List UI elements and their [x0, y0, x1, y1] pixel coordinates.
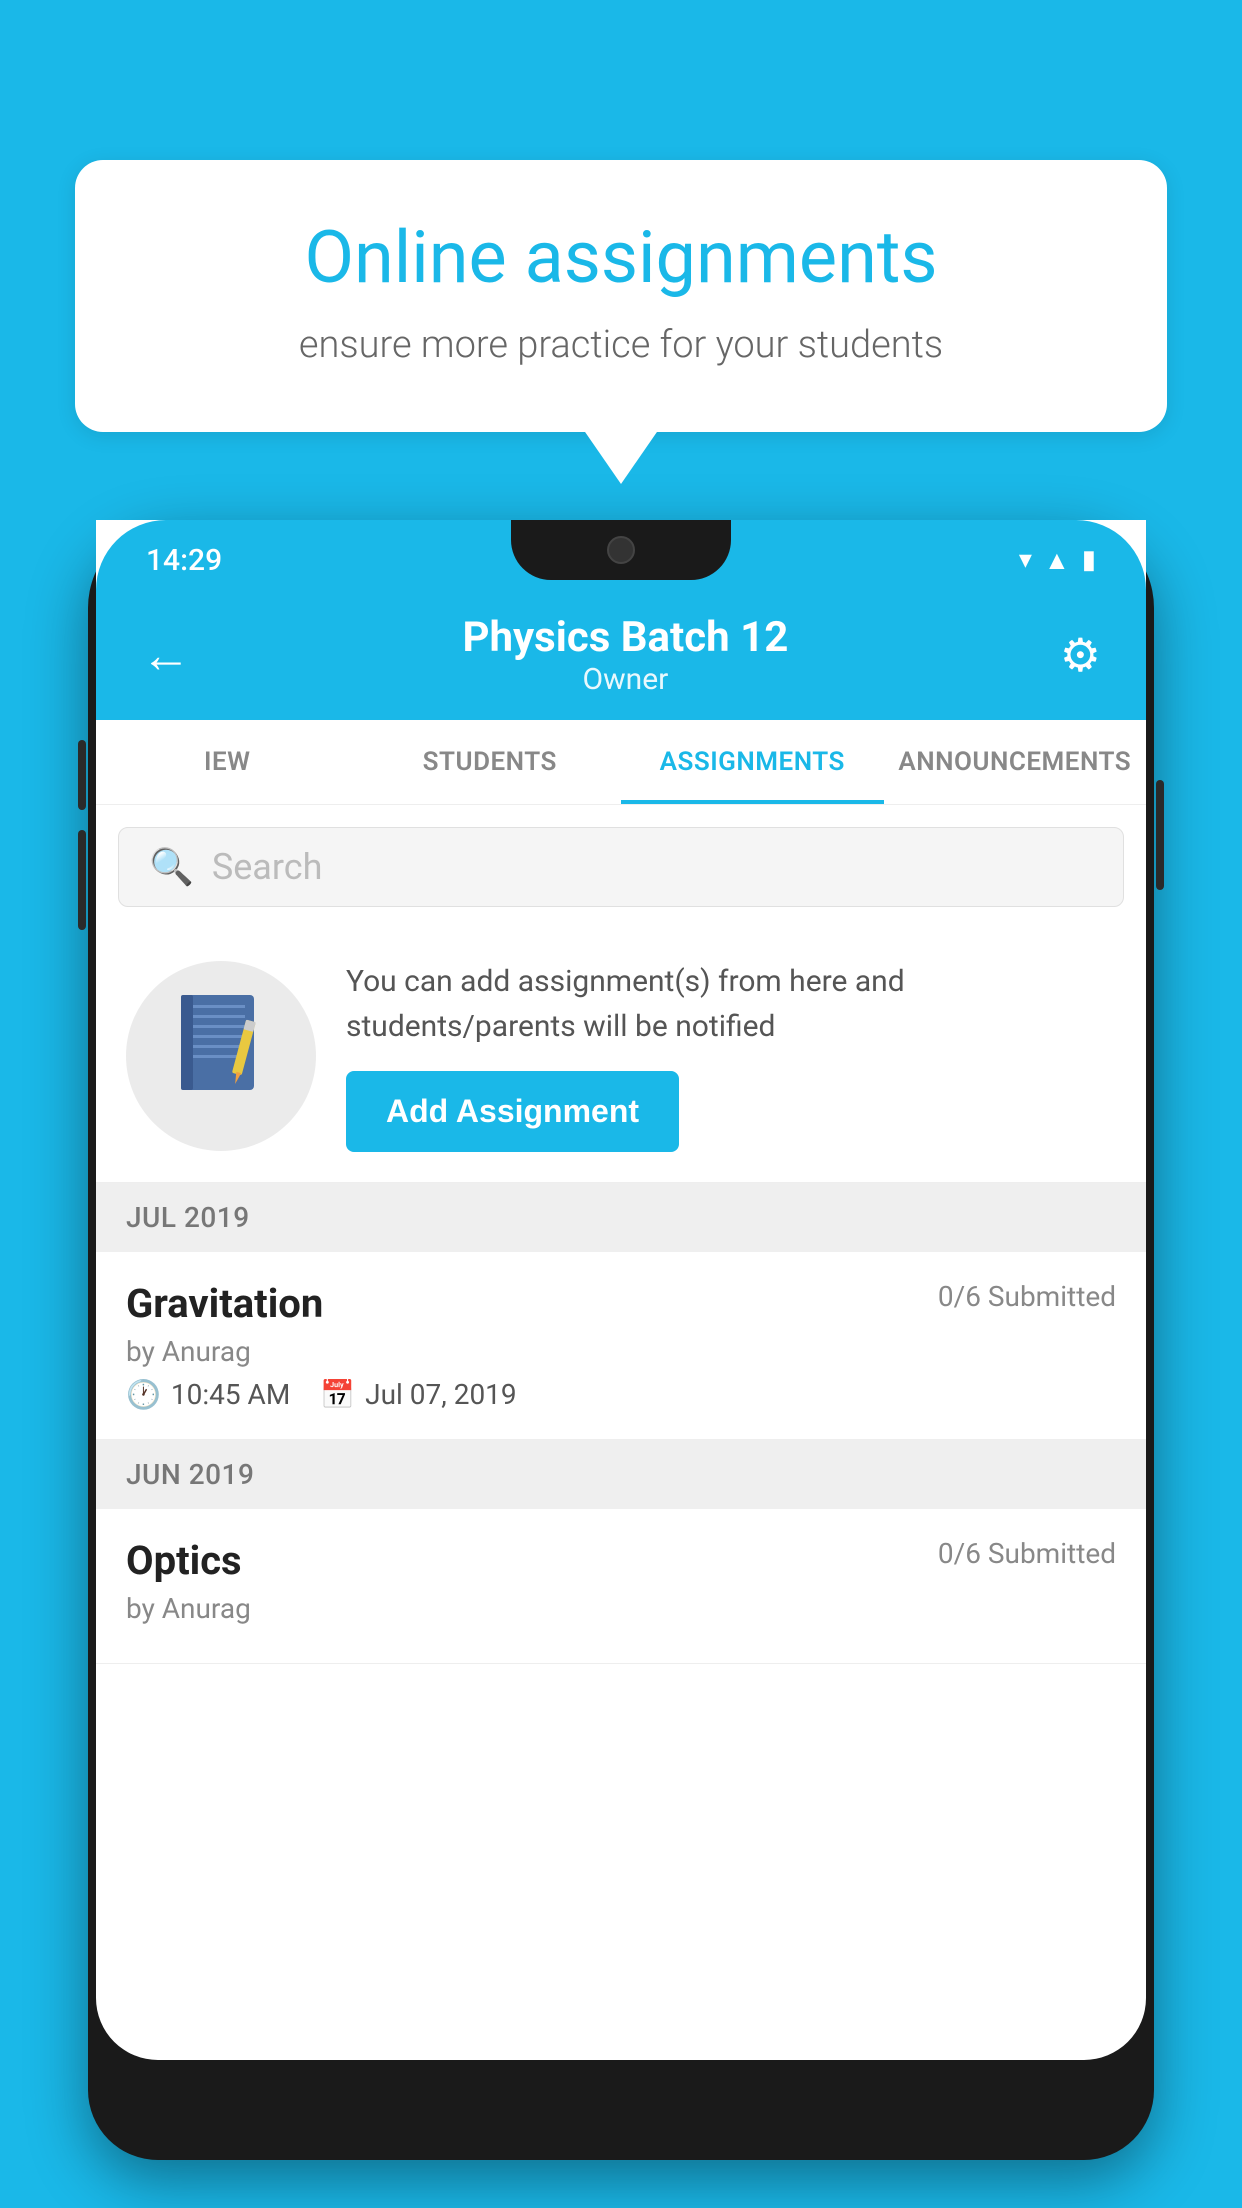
assignment-name-optics: Optics — [126, 1537, 242, 1584]
tab-announcements[interactable]: ANNOUNCEMENTS — [884, 720, 1147, 804]
clock-icon: 🕐 — [126, 1378, 161, 1411]
add-assignment-button[interactable]: Add Assignment — [346, 1071, 679, 1152]
assignment-submitted-optics: 0/6 Submitted — [938, 1537, 1116, 1570]
assignment-submitted: 0/6 Submitted — [938, 1280, 1116, 1313]
bubble-subtitle: ensure more practice for your students — [135, 323, 1107, 367]
signal-icon: ▲ — [1044, 545, 1070, 576]
app-screen: 14:29 ▾ ▲ ▮ ← Physics Batch 12 Owner ⚙ — [96, 520, 1146, 2060]
header-subtitle: Owner — [462, 662, 788, 697]
calendar-icon: 📅 — [320, 1378, 355, 1411]
phone-notch — [511, 520, 731, 580]
tab-assignments[interactable]: ASSIGNMENTS — [621, 720, 884, 804]
back-button[interactable]: ← — [131, 616, 201, 695]
tab-students[interactable]: STUDENTS — [359, 720, 622, 804]
power-button — [1156, 780, 1164, 890]
volume-down-button — [78, 830, 86, 930]
search-bar[interactable]: 🔍 Search — [118, 827, 1124, 907]
header-title-area: Physics Batch 12 Owner — [462, 613, 788, 697]
bubble-title: Online assignments — [135, 215, 1107, 301]
speech-bubble: Online assignments ensure more practice … — [75, 160, 1167, 432]
month-header-jun: JUN 2019 — [96, 1440, 1146, 1509]
search-container: 🔍 Search — [96, 805, 1146, 929]
app-header: ← Physics Batch 12 Owner ⚙ — [96, 590, 1146, 720]
phone-outer: 14:29 ▾ ▲ ▮ ← Physics Batch 12 Owner ⚙ — [88, 520, 1154, 2160]
promo-content: You can add assignment(s) from here and … — [346, 959, 1116, 1152]
assignment-date: 📅 Jul 07, 2019 — [320, 1378, 516, 1411]
assignment-by: by Anurag — [126, 1335, 1116, 1368]
battery-icon: ▮ — [1082, 545, 1096, 575]
speech-bubble-container: Online assignments ensure more practice … — [75, 160, 1167, 432]
phone-wrapper: 14:29 ▾ ▲ ▮ ← Physics Batch 12 Owner ⚙ — [88, 520, 1154, 2208]
assignment-top-optics: Optics 0/6 Submitted — [126, 1537, 1116, 1584]
promo-description: You can add assignment(s) from here and … — [346, 959, 1116, 1049]
notebook-icon — [171, 990, 271, 1122]
assignment-top: Gravitation 0/6 Submitted — [126, 1280, 1116, 1327]
assignment-name: Gravitation — [126, 1280, 323, 1327]
wifi-icon: ▾ — [1019, 545, 1032, 575]
promo-card: You can add assignment(s) from here and … — [96, 929, 1146, 1183]
assignment-meta: 🕐 10:45 AM 📅 Jul 07, 2019 — [126, 1378, 1116, 1411]
assignment-by-optics: by Anurag — [126, 1592, 1116, 1625]
search-placeholder: Search — [212, 846, 323, 888]
assignment-date-value: Jul 07, 2019 — [365, 1378, 517, 1411]
month-header-jul: JUL 2019 — [96, 1183, 1146, 1252]
assignment-time: 🕐 10:45 AM — [126, 1378, 290, 1411]
assignment-item-optics[interactable]: Optics 0/6 Submitted by Anurag — [96, 1509, 1146, 1664]
header-title: Physics Batch 12 — [462, 613, 788, 662]
promo-icon-circle — [126, 961, 316, 1151]
status-time: 14:29 — [146, 543, 222, 578]
search-icon: 🔍 — [149, 846, 194, 888]
assignment-item-gravitation[interactable]: Gravitation 0/6 Submitted by Anurag 🕐 10… — [96, 1252, 1146, 1440]
tab-iew[interactable]: IEW — [96, 720, 359, 804]
status-icons: ▾ ▲ ▮ — [1019, 545, 1096, 576]
settings-icon[interactable]: ⚙ — [1050, 618, 1111, 693]
front-camera — [607, 536, 635, 564]
volume-up-button — [78, 740, 86, 810]
assignment-time-value: 10:45 AM — [171, 1378, 290, 1411]
tabs-bar: IEW STUDENTS ASSIGNMENTS ANNOUNCEMENTS — [96, 720, 1146, 805]
